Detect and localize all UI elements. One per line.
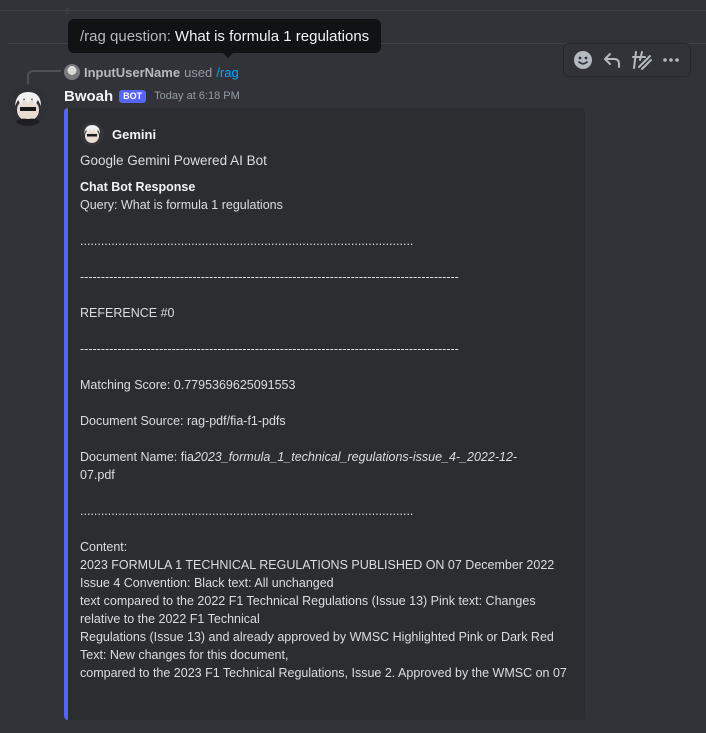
message-author[interactable]: Bwoah [64,88,113,105]
message-header: Bwoah BOT Today at 6:18 PM [64,86,240,106]
reply-avatar [64,64,80,80]
content-line: text compared to the 2022 F1 Technical R… [80,594,540,626]
embed-card: Gemini Google Gemini Powered AI Bot Chat… [64,108,585,720]
document-name-suffix: 07.pdf [80,468,115,482]
content-line: compared to the 2023 F1 Technical Regula… [80,666,567,680]
dashed-separator: ----------------------------------------… [80,342,459,356]
embed-title: Google Gemini Powered AI Bot [80,153,267,168]
reply-command-link[interactable]: /rag [216,65,238,80]
reference-label: REFERENCE #0 [80,306,175,320]
reply-used-text: used [184,64,213,80]
content-line: Regulations (Issue 13) and already appro… [80,630,558,662]
tooltip-command: /rag question: [80,27,171,45]
divider [0,10,706,11]
document-source: Document Source: rag-pdf/fia-f1-pdfs [80,414,286,428]
bot-badge: BOT [119,89,147,103]
dotted-separator: ........................................… [80,504,414,518]
reply-context[interactable]: InputUserName used /rag [64,63,239,81]
dotted-separator: ........................................… [80,234,414,248]
embed-author-name: Gemini [112,126,157,142]
embed-author: Gemini [80,122,569,146]
tooltip-value: What is formula 1 regulations [174,27,370,45]
content-line: 2023 FORMULA 1 TECHNICAL REGULATIONS PUB… [80,558,555,572]
message-actions-bar [563,43,691,77]
add-reaction-icon[interactable] [571,48,595,72]
document-name-italic: 2023_formula_1_technical_regulations-iss… [193,450,518,464]
embed-field-name: Chat Bot Response [80,180,196,194]
document-name-prefix: Document Name: fia [80,450,194,464]
more-icon[interactable] [659,48,683,72]
content-label: Content: [80,540,128,554]
command-tooltip: /rag question: What is formula 1 regulat… [68,19,382,58]
message-timestamp[interactable]: Today at 6:18 PM [154,90,240,102]
tooltip-arrow [222,52,234,58]
embed-field-value: Query: What is formula 1 regulations ...… [80,196,569,682]
reply-spine [27,70,61,84]
dashed-separator: ----------------------------------------… [80,270,459,284]
reply-icon[interactable] [600,48,624,72]
reply-username[interactable]: InputUserName [84,65,180,80]
embed-author-icon [80,122,104,146]
query-line: Query: What is formula 1 regulations [80,198,283,212]
content-line: Issue 4 Convention: Black text: All unch… [80,576,334,590]
divider-mark [66,8,69,14]
matching-score: Matching Score: 0.7795369625091553 [80,378,296,392]
create-thread-icon[interactable] [630,48,654,72]
avatar[interactable] [8,86,48,126]
